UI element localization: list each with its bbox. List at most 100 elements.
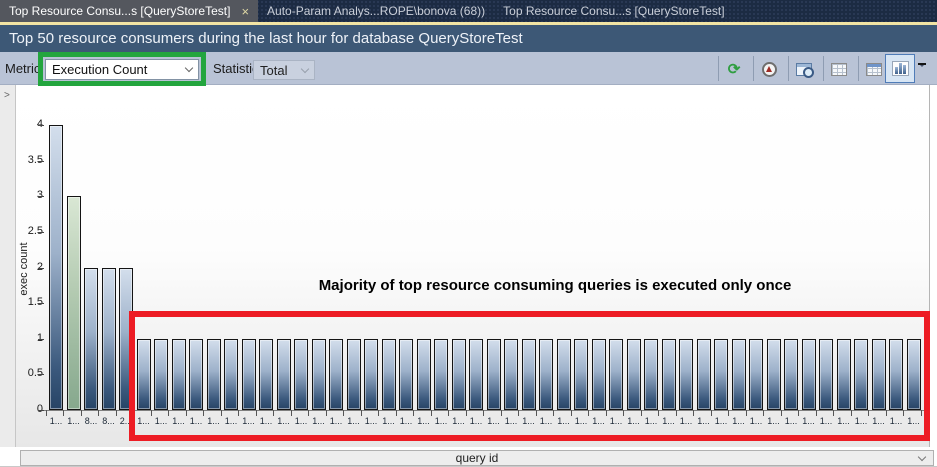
bar[interactable] [714, 339, 728, 410]
bar[interactable] [872, 339, 886, 410]
x-tick-label: 1... [800, 416, 818, 426]
bar[interactable] [487, 339, 501, 410]
bar[interactable] [417, 339, 431, 410]
bar[interactable] [574, 339, 588, 410]
bar[interactable] [767, 339, 781, 410]
bar[interactable] [732, 339, 746, 410]
bar[interactable] [49, 125, 63, 410]
bar[interactable] [522, 339, 536, 410]
bar[interactable] [312, 339, 326, 410]
bar[interactable] [277, 339, 291, 410]
toolbar-overflow-button[interactable] [918, 63, 926, 67]
grid-view-icon [831, 63, 847, 76]
bar[interactable] [557, 339, 571, 410]
bar[interactable] [784, 339, 798, 410]
x-tick-label: 1... [222, 416, 240, 426]
chart-view-button[interactable] [885, 54, 915, 83]
bar[interactable] [434, 339, 448, 410]
bar[interactable] [749, 339, 763, 410]
grid-view-button[interactable] [826, 56, 852, 82]
bar[interactable] [399, 339, 413, 410]
bar[interactable] [172, 339, 186, 410]
bar[interactable] [224, 339, 238, 410]
bar[interactable] [452, 339, 466, 410]
refresh-button[interactable]: ⟳ [721, 56, 747, 82]
statistic-dropdown-value: Total [260, 63, 287, 78]
bar[interactable] [644, 339, 658, 410]
x-tick-label: 1... [817, 416, 835, 426]
toolbar-separator [858, 56, 859, 81]
bar[interactable] [819, 339, 833, 410]
x-tick-label: 1... [712, 416, 730, 426]
collapsed-pane-splitter[interactable]: > [0, 85, 16, 448]
x-tick-label: 1... [782, 416, 800, 426]
report-toolbar: Metric Execution Count Statistic Total ⟳ [0, 52, 937, 85]
bar[interactable] [627, 339, 641, 410]
bar[interactable] [837, 339, 851, 410]
bar[interactable] [329, 339, 343, 410]
bar[interactable] [609, 339, 623, 410]
bar[interactable] [189, 339, 203, 410]
bar[interactable] [347, 339, 361, 410]
tab-top-resource-consumers-1[interactable]: Top Resource Consu...s [QueryStoreTest] … [0, 0, 258, 22]
bar[interactable] [854, 339, 868, 410]
bar[interactable] [364, 339, 378, 410]
pivot-grid-view-button[interactable] [861, 56, 887, 82]
metric-dropdown-value: Execution Count [52, 62, 147, 77]
close-icon[interactable]: × [241, 5, 249, 18]
bar[interactable] [382, 339, 396, 410]
metric-dropdown[interactable]: Execution Count [45, 59, 199, 80]
y-tick-label: 2 [16, 261, 43, 273]
bar[interactable] [102, 268, 116, 411]
statistic-label: Statistic [213, 61, 259, 76]
bar[interactable] [889, 339, 903, 410]
statistic-dropdown[interactable]: Total [253, 60, 315, 80]
x-tick-label: 1... [257, 416, 275, 426]
chevron-down-icon [301, 64, 309, 72]
bar[interactable] [697, 339, 711, 410]
y-tick-mark [38, 268, 44, 269]
x-tick-label: 1... [485, 416, 503, 426]
bar[interactable] [469, 339, 483, 410]
x-axis-selector[interactable]: query id [20, 450, 934, 466]
view-query-window-icon [796, 63, 812, 76]
x-tick-label: 1... [905, 416, 923, 426]
bar[interactable] [259, 339, 273, 410]
x-axis-line [44, 410, 924, 411]
bar[interactable] [242, 339, 256, 410]
expand-chevron-icon[interactable]: > [4, 90, 10, 101]
y-tick-label: 2.5 [16, 225, 43, 237]
x-tick-label: 1... [555, 416, 573, 426]
x-tick-label: 1... [660, 416, 678, 426]
bar[interactable] [662, 339, 676, 410]
tab-label: Top Resource Consu...s [QueryStoreTest] [503, 4, 724, 18]
bar[interactable] [154, 339, 168, 410]
bar[interactable] [207, 339, 221, 410]
bar[interactable] [907, 339, 921, 410]
view-query-button[interactable] [791, 56, 817, 82]
bar[interactable] [67, 196, 81, 410]
bar[interactable] [539, 339, 553, 410]
bar[interactable] [679, 339, 693, 410]
tab-label: Auto-Param Analys...ROPE\bonova (68)) [267, 4, 485, 18]
bar[interactable] [802, 339, 816, 410]
bar[interactable] [504, 339, 518, 410]
x-tick-label: 1... [397, 416, 415, 426]
x-tick-label: 1... [537, 416, 555, 426]
plot-area: exec count 00.511.522.533.541...1...8...… [16, 85, 929, 447]
x-tick-label: 1... [765, 416, 783, 426]
y-tick-mark [38, 374, 44, 375]
bar[interactable] [294, 339, 308, 410]
x-tick-label: 1... [345, 416, 363, 426]
regressed-queries-button[interactable] [756, 56, 782, 82]
bar[interactable] [137, 339, 151, 410]
x-tick-label: 1... [467, 416, 485, 426]
tab-top-resource-consumers-2[interactable]: Top Resource Consu...s [QueryStoreTest] [494, 0, 733, 22]
tab-auto-param-analysis[interactable]: Auto-Param Analys...ROPE\bonova (68)) [258, 0, 494, 22]
x-tick-label: 1... [240, 416, 258, 426]
bar[interactable] [592, 339, 606, 410]
bar[interactable] [119, 268, 133, 411]
y-tick-label: 1.5 [16, 296, 43, 308]
bar[interactable] [84, 268, 98, 411]
x-tick-label: 1... [450, 416, 468, 426]
